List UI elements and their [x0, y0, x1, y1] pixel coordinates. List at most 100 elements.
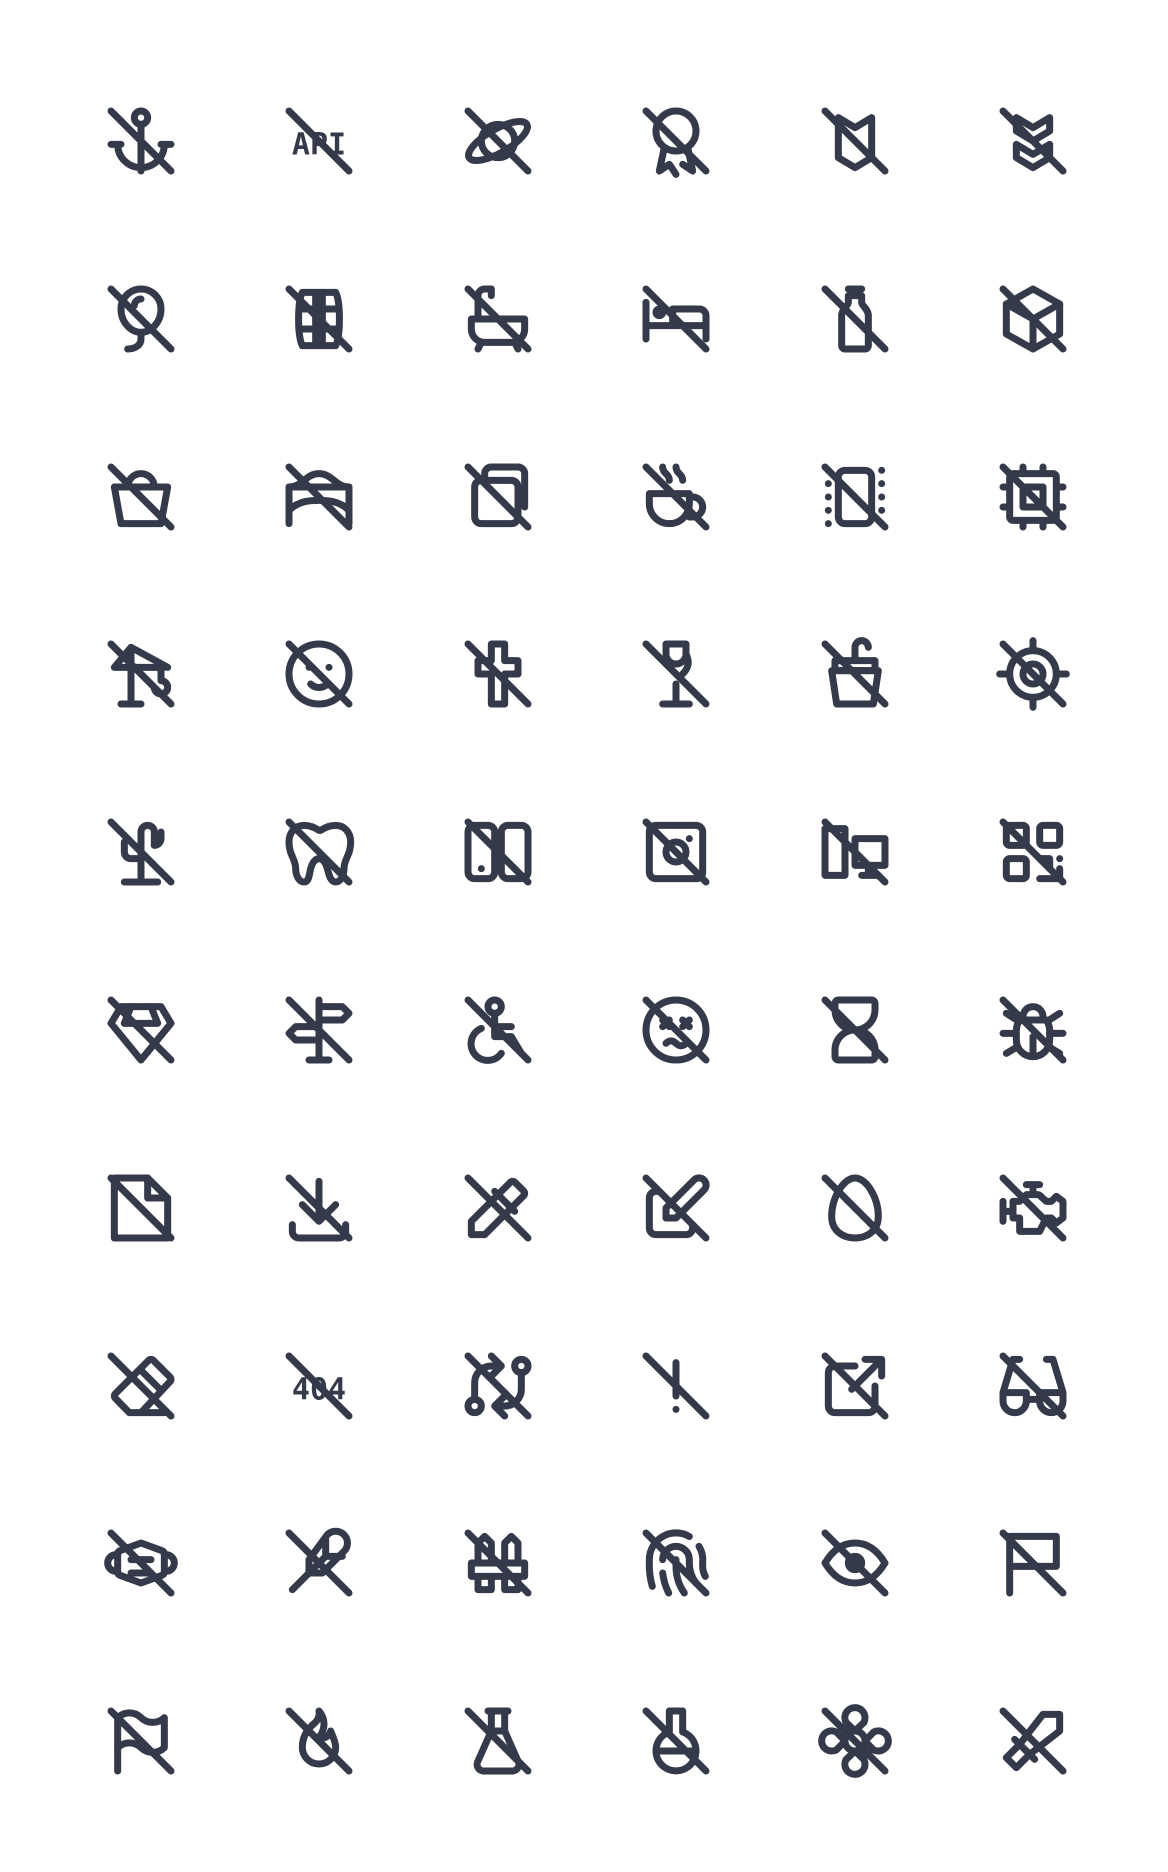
mood-crazy-off-icon-glyph [642, 996, 710, 1064]
color-picker-off-icon-glyph [464, 1174, 532, 1242]
edit-off-icon [636, 1168, 716, 1248]
barrel-off-icon [279, 279, 359, 359]
exclamation-mark-off-icon [636, 1346, 716, 1426]
barrel-off-icon-glyph [285, 285, 353, 353]
cpu-off-icon [993, 457, 1073, 537]
edit-off-icon-glyph [642, 1174, 710, 1242]
cactus-off-icon-glyph [107, 818, 175, 886]
cross-off-icon [458, 634, 538, 714]
fingerprint-off-icon [636, 1523, 716, 1603]
qrcode-off-icon [993, 812, 1073, 892]
slash-line [999, 107, 1067, 175]
exchange-off-icon-glyph [464, 1352, 532, 1420]
slash-line [642, 818, 710, 886]
cup-off-icon-glyph [821, 637, 889, 708]
anchor-off-icon [101, 101, 181, 181]
slash-line [821, 463, 889, 531]
bottle-off-icon [815, 279, 895, 359]
disabled-off-icon [458, 990, 538, 1070]
crane-off-icon [101, 634, 181, 714]
flask-2-off-icon-glyph [642, 1707, 710, 1775]
badges-off-icon [993, 101, 1073, 181]
slash-line [821, 107, 889, 175]
box-off-icon [993, 279, 1073, 359]
badges-off-icon-glyph [999, 107, 1067, 175]
directions-off-icon-glyph [285, 996, 353, 1064]
devices-pc-off-icon-glyph [821, 818, 889, 886]
feather-off-icon-glyph [285, 1528, 353, 1597]
mood-off-icon [279, 634, 359, 714]
balloon-off-icon [101, 279, 181, 359]
exclamation-mark-off-icon-glyph [642, 1352, 710, 1420]
glass-off-icon-glyph [642, 640, 710, 708]
disabled-off-icon-glyph [464, 996, 532, 1064]
cactus-off-icon [101, 812, 181, 892]
flag-off-icon [993, 1523, 1073, 1603]
bottle-off-icon-glyph [821, 285, 889, 353]
fence-off-icon-glyph [464, 1529, 532, 1597]
building-bridge-off-icon [279, 457, 359, 537]
slash-line [821, 1707, 889, 1775]
face-mask-off-icon [101, 1523, 181, 1603]
box-off-icon-glyph [999, 285, 1067, 353]
building-bridge-off-icon-glyph [285, 463, 353, 531]
external-link-off-icon [815, 1346, 895, 1426]
disc-off-icon [636, 812, 716, 892]
fence-off-icon [458, 1523, 538, 1603]
eye-off-icon-glyph [821, 1529, 889, 1597]
current-location-off-icon [993, 634, 1073, 714]
coffee-off-icon [636, 457, 716, 537]
coffee-off-icon-glyph [642, 463, 710, 531]
flask-off-icon-glyph [464, 1707, 532, 1775]
device-tablet-off-icon-glyph [464, 818, 532, 886]
engine-off-icon-glyph [999, 1174, 1067, 1242]
api-off-icon: API [279, 101, 359, 181]
cards-off-icon [458, 457, 538, 537]
cross-off-icon-glyph [464, 640, 532, 708]
flag-off-icon-glyph [999, 1529, 1067, 1597]
hourglass-off-icon [815, 990, 895, 1070]
diamond-off-icon-glyph [107, 996, 175, 1064]
crane-off-icon-glyph [107, 640, 175, 708]
diamond-off-icon [101, 990, 181, 1070]
bed-off-icon [636, 279, 716, 359]
crop-portrait-off-icon [815, 457, 895, 537]
slash-line [642, 285, 710, 353]
external-link-off-icon-glyph [821, 1352, 889, 1420]
eraser-off-icon [101, 1346, 181, 1426]
device-tablet-off-icon [458, 812, 538, 892]
slash-line [999, 818, 1067, 886]
file-off-icon-glyph [107, 1174, 175, 1242]
slash-line [642, 1174, 710, 1242]
flower-off-icon [815, 1701, 895, 1781]
flower-off-icon-glyph [817, 1704, 892, 1779]
color-picker-off-icon [458, 1168, 538, 1248]
mood-off-icon-glyph [285, 640, 353, 708]
eyeglass-off-icon-glyph [999, 1352, 1067, 1420]
engine-off-icon [993, 1168, 1073, 1248]
bucket-off-icon [101, 457, 181, 537]
download-off-icon-glyph [285, 1174, 353, 1242]
sword-off-icon-glyph [999, 1707, 1067, 1775]
face-mask-off-icon-glyph [104, 1529, 178, 1597]
bug-off-icon-glyph [999, 996, 1067, 1064]
hourglass-off-icon-glyph [821, 996, 889, 1064]
bug-off-icon [993, 990, 1073, 1070]
flag-2-off-icon-glyph [107, 1707, 175, 1775]
badge-off-icon [815, 101, 895, 181]
flame-off-icon-glyph [285, 1707, 353, 1775]
feather-off-icon [279, 1523, 359, 1603]
cup-off-icon [815, 634, 895, 714]
directions-off-icon [279, 990, 359, 1070]
devices-pc-off-icon [815, 812, 895, 892]
egg-off-icon [815, 1168, 895, 1248]
glass-off-icon [636, 634, 716, 714]
dental-off-icon-glyph [285, 818, 355, 886]
current-location-off-icon-glyph [996, 637, 1070, 712]
planet-off-icon [458, 101, 538, 181]
sword-off-icon [993, 1701, 1073, 1781]
balloon-off-icon-glyph [107, 285, 175, 353]
cards-off-icon-glyph [464, 463, 532, 531]
eyeglass-off-icon [993, 1346, 1073, 1426]
mood-crazy-off-icon [636, 990, 716, 1070]
